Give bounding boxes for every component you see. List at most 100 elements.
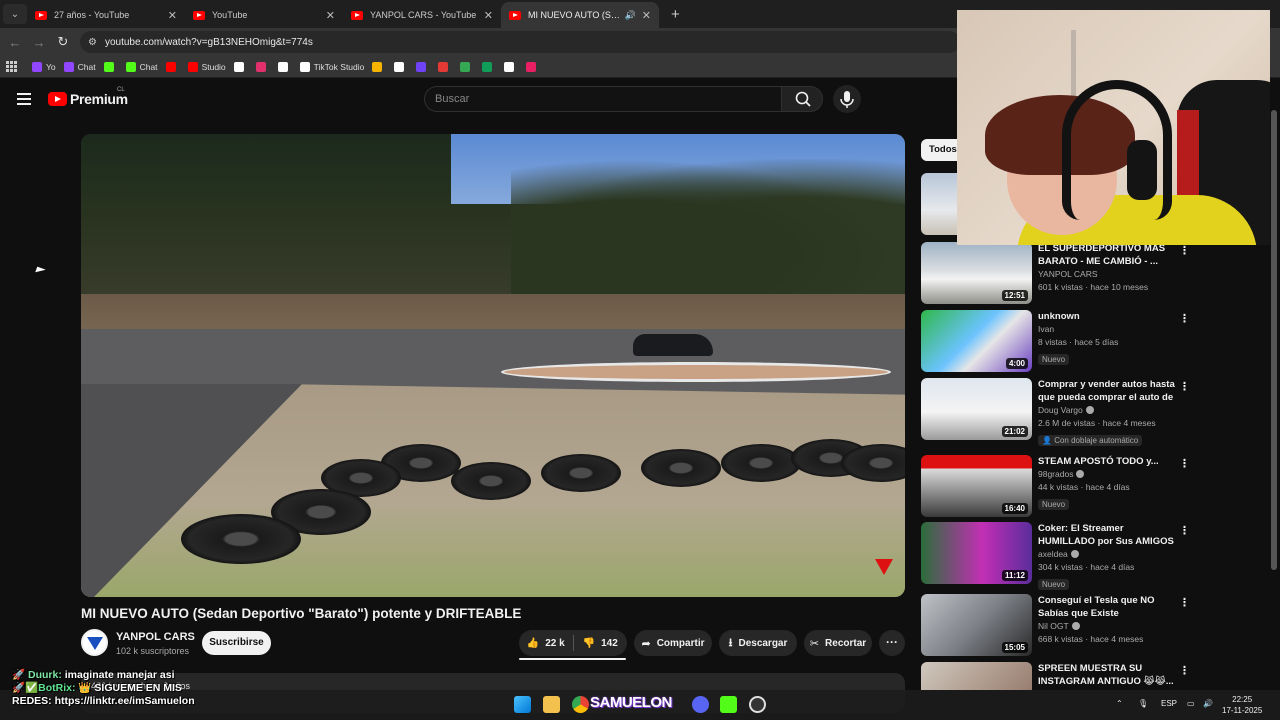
taskbar-clock[interactable]: 22:25 17-11-2025	[1222, 694, 1262, 716]
channel-name[interactable]: Ivan	[1038, 323, 1180, 336]
tab-mi-nuevo-auto[interactable]: MI NUEVO AUTO (Sedan De 🔊 ✕	[501, 2, 659, 28]
bookmark-7[interactable]	[394, 61, 408, 72]
language-indicator[interactable]: ESP	[1161, 699, 1177, 708]
close-tab-icon[interactable]: ✕	[642, 9, 651, 22]
bookmark-yo[interactable]: Yo	[32, 61, 56, 72]
channel-watermark-icon[interactable]	[875, 559, 893, 575]
bookmark-chat-twitch[interactable]: Chat	[63, 61, 96, 72]
bookmark-chat-kick[interactable]: Chat	[125, 61, 158, 72]
reload-icon[interactable]: ↻	[51, 34, 75, 50]
like-button[interactable]: 👍 22 k	[519, 638, 573, 649]
related-video-7[interactable]: SPREEN MUESTRA SU INSTAGRAM ANTIGUO 😹😹..…	[921, 662, 1267, 690]
related-video-3[interactable]: 21:02 Comprar y vender autos hasta que p…	[921, 378, 1267, 446]
more-options-icon[interactable]: ⋮	[1179, 664, 1190, 677]
clip-button[interactable]: ✂ Recortar	[804, 630, 872, 656]
bookmark-youtube[interactable]	[165, 61, 180, 72]
subscribe-button[interactable]: Suscribirse	[202, 631, 271, 655]
voice-search-button[interactable]	[833, 85, 861, 113]
channel-name[interactable]: YANPOL CARS	[1038, 268, 1180, 281]
channel-name[interactable]: Doug Vargo	[1038, 404, 1180, 417]
search-input[interactable]: Buscar	[424, 86, 782, 112]
bookmark-8[interactable]	[416, 61, 430, 72]
bookmark-x[interactable]	[233, 61, 248, 72]
kick-icon[interactable]	[720, 696, 737, 713]
close-tab-icon[interactable]: ✕	[326, 9, 335, 22]
related-video-1[interactable]: 12:51 EL SUPERDEPORTIVO MAS BARATO - ME …	[921, 242, 1267, 306]
tray-chevron-icon[interactable]: ⌃	[1116, 699, 1123, 708]
more-actions-button[interactable]: ···	[879, 630, 905, 656]
video-thumbnail[interactable]: 21:02	[921, 378, 1032, 440]
like-count: 22 k	[545, 637, 565, 649]
file-explorer-icon[interactable]	[543, 696, 560, 713]
more-options-icon[interactable]: ⋮	[1179, 524, 1190, 537]
bookmark-tiktok-studio[interactable]: TikTok Studio	[299, 61, 364, 72]
video-title[interactable]: EL SUPERDEPORTIVO MAS BARATO - ME CAMBIÓ…	[1038, 242, 1180, 268]
video-player[interactable]	[81, 134, 905, 597]
share-button[interactable]: ➦ Compartir	[634, 630, 712, 656]
close-tab-icon[interactable]: ✕	[484, 9, 493, 22]
video-title[interactable]: unknown	[1038, 310, 1180, 323]
video-title[interactable]: Comprar y vender autos hasta que pueda c…	[1038, 378, 1180, 404]
more-options-icon[interactable]: ⋮	[1179, 244, 1190, 257]
bookmark-12[interactable]	[504, 61, 518, 72]
bookmark-instagram[interactable]	[255, 61, 270, 72]
close-tab-icon[interactable]: ✕	[168, 9, 177, 22]
related-video-2[interactable]: 4:00 unknown Ivan 8 vistas · hace 5 días…	[921, 310, 1267, 374]
network-icon[interactable]: ▭	[1187, 699, 1195, 708]
video-thumbnail[interactable]: 16:40	[921, 455, 1032, 517]
tab-27-anos[interactable]: 27 años - YouTube ✕	[27, 2, 185, 28]
thumbs-down-icon: 👎	[582, 637, 596, 649]
menu-icon[interactable]	[17, 93, 31, 108]
speaker-icon[interactable]: 🔊	[625, 10, 636, 21]
related-video-5[interactable]: 11:12 Coker: El Streamer HUMILLADO por S…	[921, 522, 1267, 590]
bookmark-kick[interactable]	[103, 61, 118, 72]
bookmark-13[interactable]	[526, 61, 540, 72]
video-title[interactable]: STEAM APOSTÓ TODO y...	[1038, 455, 1180, 468]
video-thumbnail[interactable]: 4:00	[921, 310, 1032, 372]
video-title[interactable]: Coker: El Streamer HUMILLADO por Sus AMI…	[1038, 522, 1180, 548]
apps-grid-icon[interactable]	[6, 60, 18, 73]
bookmark-tiktok[interactable]	[277, 61, 292, 72]
channel-name[interactable]: 98grados	[1038, 468, 1180, 481]
bookmark-sheets[interactable]	[482, 61, 496, 72]
page-scrollbar[interactable]	[1271, 90, 1277, 680]
volume-icon[interactable]: 🔊	[1203, 699, 1213, 708]
search-button[interactable]	[781, 86, 823, 112]
dislike-button[interactable]: 👎 142	[574, 638, 628, 649]
back-icon[interactable]: ←	[3, 35, 27, 50]
video-thumbnail[interactable]: 15:05	[921, 594, 1032, 656]
tab-search-icon[interactable]: ⌄	[3, 4, 27, 24]
video-thumbnail[interactable]: 11:12	[921, 522, 1032, 584]
tab-youtube[interactable]: YouTube ✕	[185, 2, 343, 28]
discord-icon[interactable]	[692, 696, 709, 713]
related-video-6[interactable]: 15:05 Conseguí el Tesla que NO Sabías qu…	[921, 594, 1267, 658]
youtube-premium-logo[interactable]: Premium CL	[48, 87, 128, 107]
new-tab-icon[interactable]: +	[671, 6, 680, 23]
channel-avatar[interactable]	[81, 629, 108, 656]
video-title[interactable]: SPREEN MUESTRA SU INSTAGRAM ANTIGUO 😹😹..…	[1038, 662, 1180, 688]
related-video-4[interactable]: 16:40 STEAM APOSTÓ TODO y... 98grados 44…	[921, 455, 1267, 519]
obs-icon[interactable]	[749, 696, 766, 713]
video-thumbnail[interactable]: 12:51	[921, 242, 1032, 304]
more-options-icon[interactable]: ⋮	[1179, 312, 1190, 325]
bookmark-drive[interactable]	[372, 61, 386, 72]
channel-name[interactable]: Nil OGT	[1038, 620, 1180, 633]
mic-tray-icon[interactable]: 🎙	[1138, 699, 1148, 708]
channel-name[interactable]: axeldea	[1038, 548, 1180, 561]
tab-yanpol-cars[interactable]: YANPOL CARS - YouTube ✕	[343, 2, 501, 28]
chrome-icon[interactable]	[572, 696, 589, 713]
bookmark-10[interactable]	[460, 61, 474, 72]
bookmark-9[interactable]	[438, 61, 452, 72]
more-options-icon[interactable]: ⋮	[1179, 457, 1190, 470]
windows-start-icon[interactable]	[514, 696, 531, 713]
video-title[interactable]: Conseguí el Tesla que NO Sabías que Exis…	[1038, 594, 1180, 620]
more-options-icon[interactable]: ⋮	[1179, 596, 1190, 609]
forward-icon[interactable]: →	[27, 35, 51, 50]
download-button[interactable]: ⭳ Descargar	[719, 630, 797, 656]
bookmark-studio[interactable]: Studio	[187, 61, 226, 72]
channel-name[interactable]: YANPOL CARS	[116, 631, 195, 643]
address-bar[interactable]: ⚙ youtube.com/watch?v=gB13NEHOmig&t=774s	[80, 31, 960, 53]
more-options-icon[interactable]: ⋮	[1179, 380, 1190, 393]
video-thumbnail[interactable]	[921, 662, 1032, 690]
site-info-icon[interactable]: ⚙	[88, 37, 97, 48]
